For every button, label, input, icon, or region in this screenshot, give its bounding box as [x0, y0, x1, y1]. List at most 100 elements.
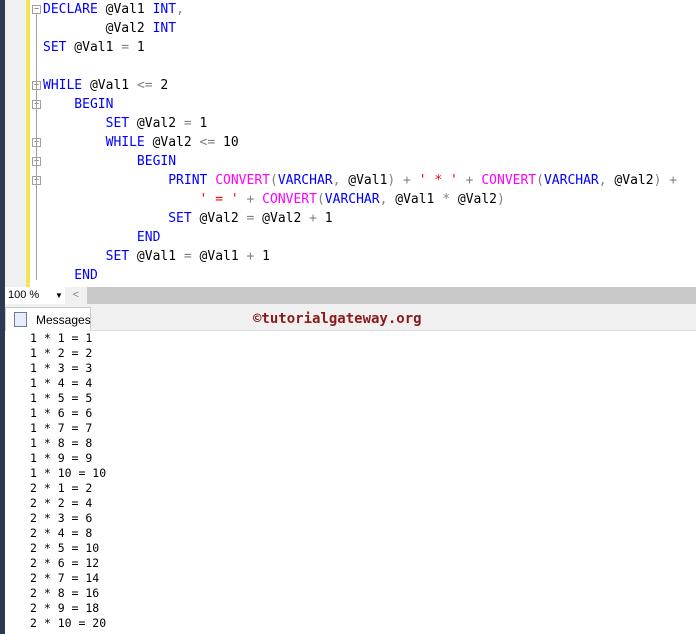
code-token: END — [43, 268, 98, 283]
message-line: 2 * 2 = 4 — [30, 496, 93, 510]
code-token: <= — [136, 78, 153, 93]
code-token: ( — [536, 173, 544, 188]
zoom-bar: 100 % ▼ < — [5, 287, 696, 304]
code-token: 1 — [129, 40, 145, 55]
code-token: @Val1 — [129, 249, 184, 264]
code-token: , — [176, 2, 184, 17]
code-line[interactable]: SET @Val2 = @Val2 + 1 — [43, 209, 333, 228]
code-line[interactable]: ' = ' + CONVERT(VARCHAR, @Val1 * @Val2) — [43, 190, 505, 209]
code-token: WHILE — [43, 135, 145, 150]
code-token: @Val1 — [82, 78, 137, 93]
code-line[interactable]: @Val2 INT — [43, 19, 176, 38]
message-line: 1 * 8 = 8 — [30, 436, 93, 450]
code-line[interactable]: SET @Val1 = @Val1 + 1 — [43, 247, 270, 266]
message-line: 2 * 10 = 20 — [30, 616, 107, 630]
message-line: 1 * 4 = 4 — [30, 376, 93, 390]
change-tracking-bar — [26, 0, 30, 287]
message-line: 1 * 5 = 5 — [30, 391, 93, 405]
code-line[interactable]: BEGIN — [43, 152, 176, 171]
code-token: ( — [316, 192, 325, 207]
code-token: @Val2 — [144, 135, 200, 150]
code-token: INT — [152, 2, 177, 17]
zoom-value: 100 % — [8, 289, 40, 301]
code-token: @Val1 — [191, 249, 247, 264]
chevron-down-icon: ▼ — [55, 291, 63, 300]
code-line[interactable]: SET @Val2 = 1 — [43, 114, 208, 133]
code-line[interactable]: END — [43, 228, 161, 247]
message-line: 2 * 6 = 12 — [30, 556, 100, 570]
code-token: * — [442, 192, 451, 207]
code-line[interactable]: BEGIN — [43, 95, 113, 114]
code-token: <= — [199, 135, 216, 150]
message-line: 2 * 5 = 10 — [30, 541, 100, 555]
code-token: , — [598, 173, 607, 188]
message-line: 1 * 3 = 3 — [30, 361, 93, 375]
code-token: = — [183, 116, 192, 131]
code-line[interactable]: WHILE @Val2 <= 10 — [43, 133, 239, 152]
code-token: DECLARE — [43, 2, 98, 17]
messages-icon — [14, 312, 27, 327]
code-token: + — [309, 211, 317, 226]
tab-messages[interactable]: Messages — [5, 307, 91, 331]
code-token: + — [457, 173, 482, 188]
code-token: ' = ' — [199, 192, 239, 207]
code-token: CONVERT — [262, 192, 317, 207]
code-token: + — [395, 173, 419, 188]
code-token: @Val2 — [129, 116, 184, 131]
code-token: @Val1 — [97, 2, 153, 17]
code-token: @Val2 — [191, 211, 247, 226]
code-token: SET — [43, 116, 130, 131]
code-token: WHILE — [43, 78, 83, 93]
code-token: 1 — [254, 249, 270, 264]
code-token: 10 — [215, 135, 239, 150]
code-token: 1 — [316, 211, 333, 226]
query-editor[interactable]: DECLARE @Val1 INT, @Val2 INT SET @Val1 = … — [5, 0, 696, 287]
message-line: 1 * 1 = 1 — [30, 331, 93, 345]
collapse-icon[interactable]: − — [32, 5, 41, 14]
code-token: 2 — [152, 78, 169, 93]
code-token: PRINT — [43, 173, 216, 188]
tab-label: Messages — [36, 313, 91, 327]
code-token: @Val2 — [43, 21, 153, 36]
code-token: SET — [43, 211, 192, 226]
code-token: 1 — [191, 116, 208, 131]
code-token: SET — [43, 249, 130, 264]
message-line: 2 * 1 = 2 — [30, 481, 93, 495]
code-line[interactable]: PRINT CONVERT(VARCHAR, @Val1) + ' * ' + … — [43, 171, 677, 190]
scroll-left-button[interactable]: < — [65, 287, 87, 304]
code-token: @Val2 — [450, 192, 498, 207]
code-token: = — [121, 40, 130, 55]
code-token: + — [661, 173, 678, 188]
code-token: ( — [269, 173, 278, 188]
messages-pane[interactable]: 1 * 1 = 11 * 2 = 21 * 3 = 31 * 4 = 41 * … — [5, 331, 696, 634]
code-token: @Val2 — [606, 173, 654, 188]
message-line: 1 * 2 = 2 — [30, 346, 93, 360]
results-tab-bar: Messages ©tutorialgateway.org — [5, 304, 696, 331]
code-line[interactable]: WHILE @Val1 <= 2 — [43, 76, 168, 95]
code-token: BEGIN — [43, 154, 177, 169]
code-line[interactable]: DECLARE @Val1 INT, — [43, 0, 184, 19]
code-token: SET — [43, 40, 67, 55]
code-token: + — [238, 192, 263, 207]
code-line[interactable]: END — [43, 266, 98, 285]
message-line: 2 * 3 = 6 — [30, 511, 93, 525]
code-token: ' * ' — [418, 173, 458, 188]
code-token: VARCHAR — [324, 192, 380, 207]
code-token: @Val1 — [387, 192, 443, 207]
outline-line — [36, 14, 37, 280]
message-line: 1 * 6 = 6 — [30, 406, 93, 420]
code-token: @Val1 — [66, 40, 122, 55]
code-token: VARCHAR — [277, 173, 333, 188]
code-line[interactable]: SET @Val1 = 1 — [43, 38, 145, 57]
code-token: BEGIN — [43, 97, 114, 112]
message-line: 2 * 4 = 8 — [30, 526, 93, 540]
code-token: INT — [152, 21, 177, 36]
code-token: END — [43, 230, 161, 245]
watermark: ©tutorialgateway.org — [253, 311, 422, 327]
code-token: @Val1 — [340, 173, 388, 188]
message-line: 2 * 7 = 14 — [30, 571, 100, 585]
zoom-select[interactable]: 100 % ▼ — [5, 287, 65, 304]
message-line: 2 * 9 = 18 — [30, 601, 100, 615]
message-line: 1 * 7 = 7 — [30, 421, 93, 435]
